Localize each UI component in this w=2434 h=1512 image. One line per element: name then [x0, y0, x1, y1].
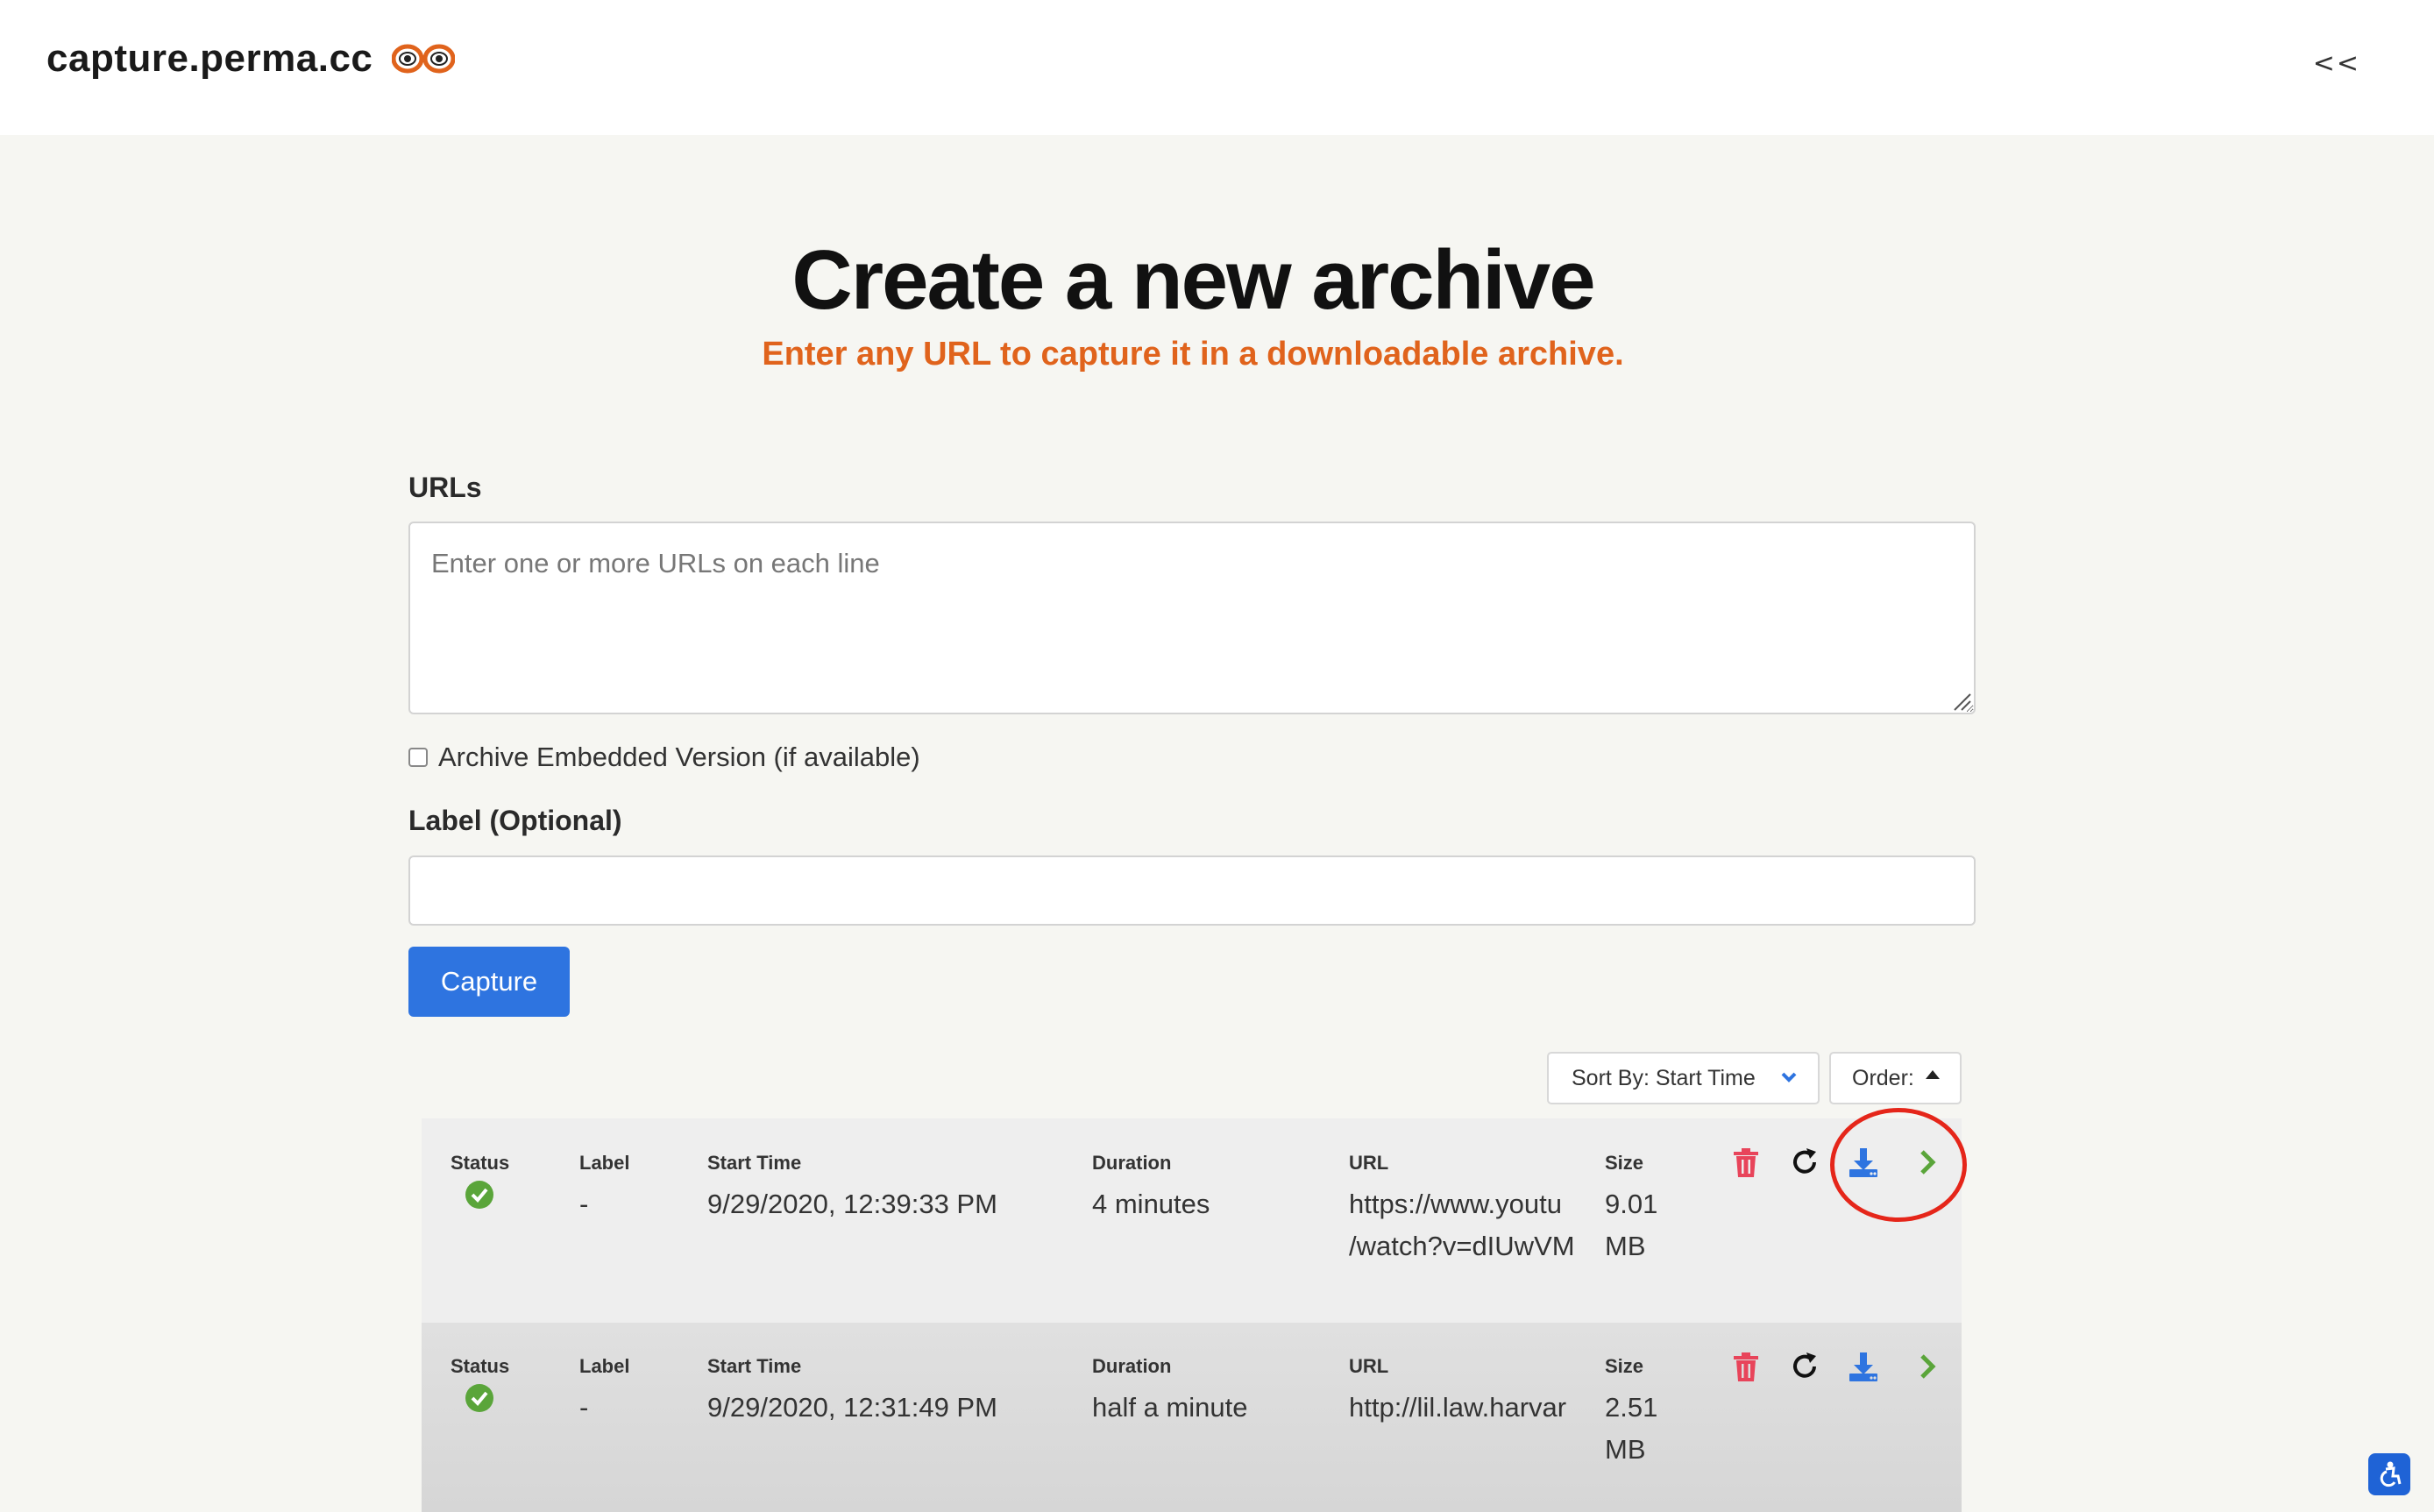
- sort-by-value: Sort By: Start Time: [1572, 1065, 1756, 1090]
- order-label: Order:: [1852, 1065, 1914, 1090]
- download-button[interactable]: [1846, 1145, 1881, 1180]
- delete-button[interactable]: [1728, 1145, 1763, 1180]
- duration-cell: Duration half a minute: [1092, 1355, 1248, 1429]
- duration-header: Duration: [1092, 1152, 1172, 1174]
- label-cell: Label -: [579, 1152, 629, 1225]
- url-value-line: http://lil.law.harvar: [1349, 1392, 1567, 1423]
- url-header: URL: [1349, 1355, 1389, 1377]
- urls-label: URLs: [408, 472, 482, 503]
- accessibility-button[interactable]: [2368, 1453, 2410, 1495]
- caret-up-icon: [1926, 1070, 1940, 1079]
- start-time-cell: Start Time 9/29/2020, 12:31:49 PM: [707, 1355, 997, 1429]
- embed-option[interactable]: Archive Embedded Version (if available): [408, 742, 920, 773]
- label-header: Label: [579, 1152, 630, 1174]
- embed-checkbox-label: Archive Embedded Version (if available): [438, 742, 920, 772]
- chevron-right-icon: [1920, 1150, 1936, 1175]
- status-header: Status: [451, 1355, 510, 1377]
- embed-checkbox[interactable]: [408, 748, 428, 767]
- duration-value: half a minute: [1092, 1392, 1248, 1423]
- label-input[interactable]: [408, 855, 1976, 926]
- duration-value: 4 minutes: [1092, 1189, 1210, 1219]
- url-header: URL: [1349, 1152, 1389, 1174]
- start-time-value: 9/29/2020, 12:31:49 PM: [707, 1392, 997, 1423]
- check-circle-icon: [465, 1384, 493, 1412]
- size-value: 2.51: [1605, 1392, 1658, 1423]
- page-subtitle: Enter any URL to capture it in a downloa…: [762, 336, 1624, 373]
- label-cell: Label -: [579, 1355, 629, 1429]
- refresh-icon: [1793, 1352, 1816, 1378]
- size-unit: MB: [1605, 1231, 1646, 1261]
- duration-cell: Duration 4 minutes: [1092, 1152, 1210, 1225]
- retry-button[interactable]: [1787, 1145, 1822, 1180]
- accessibility-icon: [2380, 1461, 2402, 1487]
- sort-by-select[interactable]: Sort By: Start Time: [1547, 1052, 1820, 1104]
- download-icon: [1849, 1148, 1877, 1177]
- label-header: Label: [579, 1355, 630, 1377]
- start-time-value: 9/29/2020, 12:39:33 PM: [707, 1189, 997, 1219]
- retry-button[interactable]: [1787, 1349, 1822, 1384]
- collapse-sidebar-button[interactable]: <<: [2313, 48, 2360, 79]
- capture-button[interactable]: Capture: [408, 947, 570, 1017]
- perma-eyes-logo-icon: [392, 44, 456, 74]
- status-cell: Status: [451, 1152, 509, 1210]
- download-icon: [1849, 1352, 1877, 1381]
- open-button[interactable]: [1910, 1349, 1945, 1384]
- start-time-cell: Start Time 9/29/2020, 12:39:33 PM: [707, 1152, 997, 1225]
- chevron-down-icon: [1781, 1072, 1797, 1083]
- url-cell: URL https://www.youtu /watch?v=dIUwVM: [1349, 1152, 1579, 1267]
- order-toggle-button[interactable]: Order:: [1829, 1052, 1962, 1104]
- url-cell: URL http://lil.law.harvar: [1349, 1355, 1579, 1429]
- size-value: 9.01: [1605, 1189, 1658, 1219]
- chevron-right-icon: [1920, 1354, 1936, 1379]
- check-circle-icon: [465, 1181, 493, 1209]
- size-header: Size: [1605, 1152, 1644, 1174]
- trash-icon: [1734, 1148, 1758, 1177]
- delete-button[interactable]: [1728, 1349, 1763, 1384]
- size-cell: Size 2.51 MB: [1605, 1355, 1657, 1471]
- top-bar: capture.perma.cc <<: [0, 0, 2434, 135]
- resize-handle-icon[interactable]: [1951, 691, 1972, 712]
- size-cell: Size 9.01 MB: [1605, 1152, 1657, 1267]
- brand[interactable]: capture.perma.cc: [46, 37, 456, 81]
- size-unit: MB: [1605, 1434, 1646, 1465]
- urls-input[interactable]: [408, 522, 1976, 714]
- download-button[interactable]: [1846, 1349, 1881, 1384]
- url-value-line: https://www.youtu: [1349, 1189, 1562, 1219]
- size-header: Size: [1605, 1355, 1644, 1377]
- brand-name: capture.perma.cc: [46, 37, 373, 80]
- page-title: Create a new archive: [791, 233, 1595, 327]
- start-time-header: Start Time: [707, 1152, 802, 1174]
- duration-header: Duration: [1092, 1355, 1172, 1377]
- url-value-line: /watch?v=dIUwVM: [1349, 1231, 1575, 1261]
- open-button[interactable]: [1910, 1145, 1945, 1180]
- trash-icon: [1734, 1352, 1758, 1381]
- label-field-label: Label (Optional): [408, 805, 622, 836]
- status-cell: Status: [451, 1355, 509, 1413]
- capture-row: Status Label - Start Time 9/29/2020, 12:…: [422, 1118, 1962, 1323]
- refresh-icon: [1793, 1148, 1816, 1174]
- label-value: -: [579, 1392, 589, 1423]
- start-time-header: Start Time: [707, 1355, 802, 1377]
- capture-row: Status Label - Start Time 9/29/2020, 12:…: [422, 1323, 1962, 1512]
- status-header: Status: [451, 1152, 510, 1174]
- label-value: -: [579, 1189, 589, 1219]
